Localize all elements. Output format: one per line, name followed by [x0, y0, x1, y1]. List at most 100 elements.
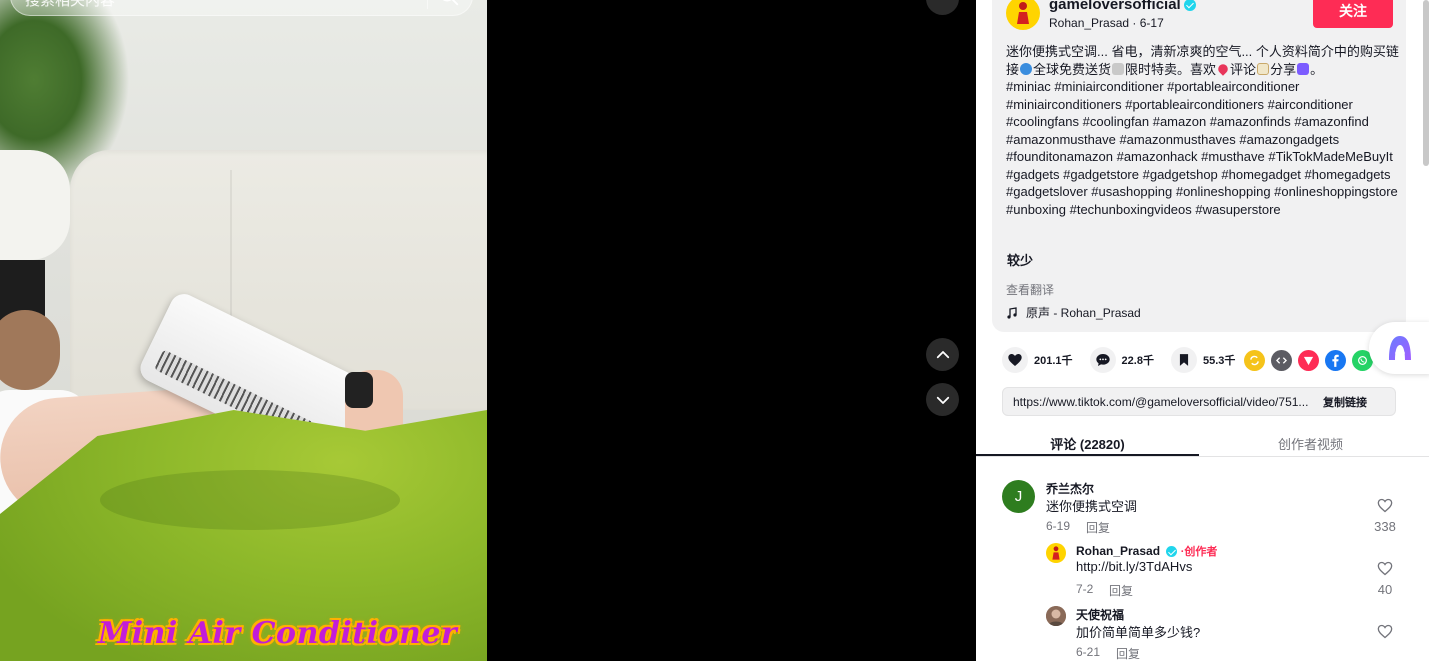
- previous-video-button[interactable]: [926, 338, 959, 371]
- comment-like-button[interactable]: 40: [1370, 561, 1400, 597]
- send-glyph-icon: [1304, 356, 1314, 365]
- avatar-letter: J: [1014, 488, 1023, 505]
- description-part: 。: [1310, 61, 1324, 77]
- facebook-icon[interactable]: [1325, 349, 1347, 371]
- author-meta: Rohan_Prasad · 6-17: [1049, 16, 1164, 30]
- video-player[interactable]: Mini Air Conditioner 搜索相关内容: [0, 0, 976, 661]
- verified-badge-icon: [1166, 546, 1178, 558]
- commenter-name-text: Rohan_Prasad: [1076, 544, 1161, 558]
- tab-comments[interactable]: 评论 (22820): [976, 424, 1199, 456]
- comment-button[interactable]: 22.8千: [1089, 347, 1154, 373]
- send-icon[interactable]: [1298, 349, 1320, 371]
- share-link-box[interactable]: https://www.tiktok.com/@gameloversoffici…: [1002, 387, 1396, 416]
- heart-outline-icon: [1377, 624, 1393, 639]
- comment-date: 7-2: [1076, 582, 1094, 596]
- action-bar: 201.1千 22.8千 55.3千: [1002, 346, 1374, 374]
- search-icon[interactable]: [438, 0, 460, 7]
- share-icons: [1244, 349, 1374, 371]
- comment-text: 迷你便携式空调: [1046, 499, 1138, 514]
- heart-emoji-icon: [1216, 61, 1230, 76]
- comment-icon: [1095, 354, 1110, 366]
- like-icon-wrap: [1002, 347, 1028, 373]
- copy-link-button[interactable]: 复制链接: [1321, 394, 1367, 410]
- heart-icon: [1008, 354, 1022, 366]
- comment-like-button[interactable]: 338: [1370, 498, 1400, 534]
- heart-outline-icon: [1377, 561, 1393, 576]
- commenter-name[interactable]: 天使祝福: [1076, 606, 1124, 623]
- reply-button[interactable]: 回复: [1109, 582, 1133, 599]
- save-icon-wrap: [1170, 347, 1197, 373]
- floating-assistant-button[interactable]: [1369, 322, 1429, 374]
- post-date: 6-17: [1139, 16, 1164, 30]
- embed-icon[interactable]: [1271, 349, 1293, 371]
- page-scrollbar[interactable]: [1423, 0, 1429, 166]
- repost-icon[interactable]: [1244, 349, 1266, 371]
- description-part: 分享: [1270, 61, 1297, 77]
- reply-button[interactable]: 回复: [1116, 645, 1140, 661]
- commenter-name[interactable]: 乔兰杰尔: [1046, 480, 1094, 497]
- memo-emoji-icon: [1257, 62, 1270, 75]
- commenter-name[interactable]: Rohan_Prasad ·创作者: [1076, 543, 1217, 559]
- description-part: 全球免费送货: [1033, 61, 1112, 77]
- hashtags[interactable]: #miniac #miniairconditioner #portableair…: [1006, 78, 1401, 218]
- show-less-button[interactable]: 较少: [1007, 250, 1033, 269]
- chevron-up-icon: [936, 350, 949, 358]
- search-bar[interactable]: 搜索相关内容: [10, 0, 473, 16]
- creator-avatar[interactable]: [1046, 543, 1066, 563]
- comment-date: 6-19: [1046, 519, 1071, 533]
- translate-link[interactable]: 查看翻译: [1006, 281, 1054, 298]
- facebook-glyph-icon: [1332, 354, 1340, 367]
- comment-icon-wrap: [1089, 347, 1116, 373]
- author-username-text: gameloversofficial: [1049, 0, 1181, 13]
- globe-emoji-icon: [1020, 62, 1033, 75]
- search-placeholder: 搜索相关内容: [25, 0, 116, 9]
- heart-outline-icon: [1377, 498, 1393, 513]
- comment-like-count: 40: [1377, 582, 1393, 597]
- comment-like-button[interactable]: [1370, 624, 1400, 644]
- whatsapp-glyph-icon: [1358, 355, 1368, 365]
- video-frame[interactable]: Mini Air Conditioner 搜索相关内容: [0, 0, 487, 661]
- music-note-icon: [1007, 306, 1017, 319]
- tab-creator-videos[interactable]: 创作者视频: [1199, 424, 1422, 456]
- repost-glyph-icon: [1250, 355, 1260, 365]
- search-divider: [427, 0, 428, 9]
- background-lamp: [0, 150, 70, 260]
- author-avatar-figure-icon: [1017, 2, 1029, 24]
- creator-tag: ·创作者: [1180, 546, 1218, 558]
- comment-like-count: 338: [1374, 519, 1396, 534]
- share-link-url[interactable]: https://www.tiktok.com/@gameloversoffici…: [1003, 395, 1321, 409]
- comment-count: 22.8千: [1121, 355, 1154, 367]
- like-button[interactable]: 201.1千: [1002, 347, 1073, 373]
- save-button[interactable]: 55.3千: [1170, 347, 1236, 373]
- author-username[interactable]: gameloversofficial: [1049, 0, 1196, 13]
- person-hair: [0, 310, 60, 390]
- save-count: 55.3千: [1202, 355, 1236, 367]
- verified-badge-icon: [1183, 0, 1196, 12]
- shopping-bag-emoji-icon: [1112, 62, 1125, 75]
- creator-avatar-figure-icon: [1052, 546, 1060, 560]
- avatar-photo-icon: [1046, 606, 1066, 626]
- share-emoji-icon: [1297, 62, 1310, 75]
- assistant-logo-icon: [1389, 336, 1411, 360]
- description-part: 评论: [1230, 61, 1257, 77]
- comment-date: 6-21: [1076, 645, 1101, 659]
- music-title: 原声 - Rohan_Prasad: [1026, 306, 1141, 320]
- commenter-avatar[interactable]: [1046, 606, 1066, 626]
- post-description: 迷你便携式空调... 省电，清新凉爽的空气... 个人资料简介中的购买链接 全球免…: [1006, 43, 1401, 218]
- details-panel: gameloversofficial Rohan_Prasad · 6-17 关…: [976, 0, 1429, 661]
- smart-watch: [345, 372, 373, 408]
- author-display-name: Rohan_Prasad: [1049, 16, 1130, 30]
- comment-text[interactable]: http://bit.ly/3TdAHvs: [1076, 559, 1192, 574]
- music-link[interactable]: 原声 - Rohan_Prasad: [1006, 304, 1141, 321]
- tab-bar: 评论 (22820) 创作者视频: [976, 424, 1429, 457]
- close-button[interactable]: [926, 0, 959, 15]
- code-glyph-icon: [1276, 356, 1288, 364]
- chevron-down-icon: [936, 396, 949, 404]
- reply-button[interactable]: 回复: [1086, 519, 1110, 536]
- like-count: 201.1千: [1034, 355, 1073, 367]
- follow-button[interactable]: 关注: [1313, 0, 1393, 28]
- blanket-fold: [100, 470, 400, 530]
- video-caption: Mini Air Conditioner: [98, 616, 458, 651]
- commenter-avatar[interactable]: J: [1002, 480, 1035, 513]
- next-video-button[interactable]: [926, 383, 959, 416]
